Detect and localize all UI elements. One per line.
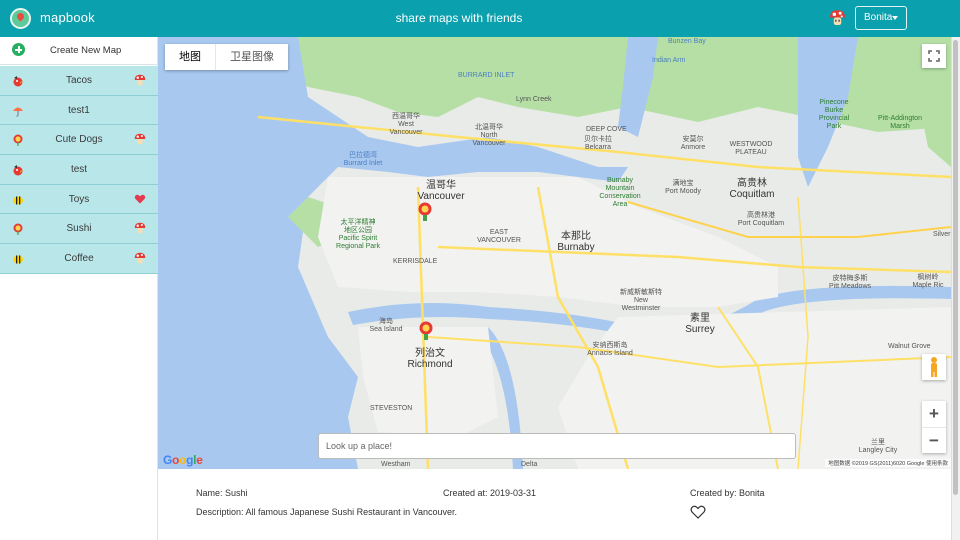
map-label: 安莫尔 Anmore (680, 136, 706, 151)
map-label: 太平洋精神 地区公园 Pacific Spirit Regional Park (336, 219, 380, 250)
map-list-item-label: test (70, 164, 88, 176)
caret-down-icon (892, 16, 898, 20)
map-label: 列治文 Richmond (407, 348, 453, 370)
map-label: 贝尔卡拉 Belcarra (584, 136, 612, 151)
sidebar: Create New Map Tacos test1 Cute Dogs tes… (0, 37, 158, 540)
plus-icon (12, 43, 25, 56)
mushroom-icon (134, 74, 146, 86)
map-type-toggle: 地图 卫星图像 (165, 44, 288, 70)
tagline: share maps with friends (395, 11, 523, 25)
map-details-panel: Name: Sushi Created at: 2019-03-31 Creat… (158, 469, 951, 540)
create-new-map-label: Create New Map (50, 45, 122, 56)
map-label: 安纳西斯岛 Annacis Island (587, 342, 633, 357)
map-label: 本那比 Burnaby (557, 231, 595, 253)
map-created-by: Created by: Bonita (690, 488, 765, 498)
map-label: Pinecone Burke Provincial Park (818, 99, 850, 130)
map-label: BURRARD INLET (458, 72, 515, 79)
map-label: STEVESTON (370, 405, 413, 412)
map-label: 皮特梅多斯 Pitt Meadows (828, 275, 872, 290)
map-label: 温哥华 Vancouver (417, 180, 465, 202)
fullscreen-button[interactable] (922, 44, 946, 68)
map-label: Bunzen Bay (668, 38, 706, 45)
map-label: Indian Arm (652, 57, 686, 64)
street-view-pegman-button[interactable] (922, 354, 946, 380)
map-list-item[interactable]: Tacos (0, 66, 158, 96)
pegman-icon (931, 357, 937, 377)
map-label: 满地宝 Port Moody (665, 180, 701, 195)
map-label: DEEP COVE (586, 126, 627, 133)
map-label: 巴拉德湾 Burrard Inlet (343, 152, 383, 167)
mushroom-icon (134, 134, 146, 145)
map-label: Walnut Grove (888, 343, 931, 350)
place-search-input[interactable] (318, 433, 796, 459)
map-label: 北温哥华 North Vancouver (472, 124, 506, 147)
map-list-item-label: test1 (68, 104, 90, 116)
heart-outline-icon[interactable] (690, 505, 706, 519)
map-label: Lynn Creek (516, 96, 552, 103)
map-description: Description: All famous Japanese Sushi R… (196, 507, 457, 517)
map-label: 高贵林 Coquitlam (729, 178, 775, 200)
map-attribution[interactable]: 地图数据 ©2019 GS(2011)6020 Google 使用条款 (825, 459, 951, 467)
map-label: 枫树岭 Maple Ric (912, 274, 944, 289)
map-canvas[interactable]: BURRARD INLET Lynn Creek 西温哥华 West Vanco… (158, 37, 951, 469)
map-label: 海岛 Sea Island (369, 318, 403, 333)
user-menu-button[interactable]: Bonita (855, 6, 907, 30)
map-label: Westham (381, 461, 411, 468)
map-label: Pitt-Addington Marsh (878, 115, 922, 130)
map-list-item[interactable]: test1 (0, 95, 158, 126)
user-menu-label: Bonita (864, 12, 893, 23)
zoom-out-button[interactable]: − (922, 428, 946, 454)
map-label: WESTWOOD PLATEAU (729, 141, 773, 156)
create-new-map-button[interactable]: Create New Map (0, 37, 158, 65)
top-navbar: mapbook share maps with friends Bonita (0, 0, 960, 37)
page-scrollbar-thumb[interactable] (953, 40, 958, 495)
map-label: 新威斯敏斯特 New Westminster (620, 289, 662, 312)
tab-satellite[interactable]: 卫星图像 (216, 44, 288, 70)
mushroom-icon (134, 252, 146, 264)
tab-map[interactable]: 地图 (165, 44, 216, 70)
map-label: 素里 Surrey (685, 313, 715, 335)
google-logo: Google (163, 453, 203, 467)
map-created-at: Created at: 2019-03-31 (443, 488, 537, 498)
map-label: 高贵林港 Port Coquitlam (737, 212, 785, 227)
heart-icon (134, 194, 146, 204)
map-name: Name: Sushi (196, 488, 248, 498)
mushroom-icon (830, 10, 845, 25)
map-list-item[interactable]: Cute Dogs (0, 125, 158, 156)
map-list-item[interactable]: Sushi (0, 214, 158, 245)
map-label: Delta (521, 461, 538, 468)
map-label: KERRISDALE (393, 258, 438, 265)
zoom-in-button[interactable]: + (922, 401, 946, 427)
map-list-item[interactable]: Coffee (0, 244, 158, 274)
map-list: Tacos test1 Cute Dogs test Toys Sushi Co… (0, 66, 158, 274)
map-label: 西温哥华 West Vancouver (389, 113, 423, 136)
fullscreen-icon (928, 50, 940, 62)
map-label: Burnaby Mountain Conservation Area (599, 177, 641, 208)
mushroom-icon (134, 223, 146, 234)
map-label: 兰里 Langley City (858, 439, 898, 454)
zoom-controls: + − (922, 401, 946, 453)
map-list-item[interactable]: test (0, 155, 158, 185)
map-label: EAST VANCOUVER (477, 229, 521, 244)
map-list-item[interactable]: Toys (0, 184, 158, 215)
map-label: Silver (933, 231, 951, 238)
